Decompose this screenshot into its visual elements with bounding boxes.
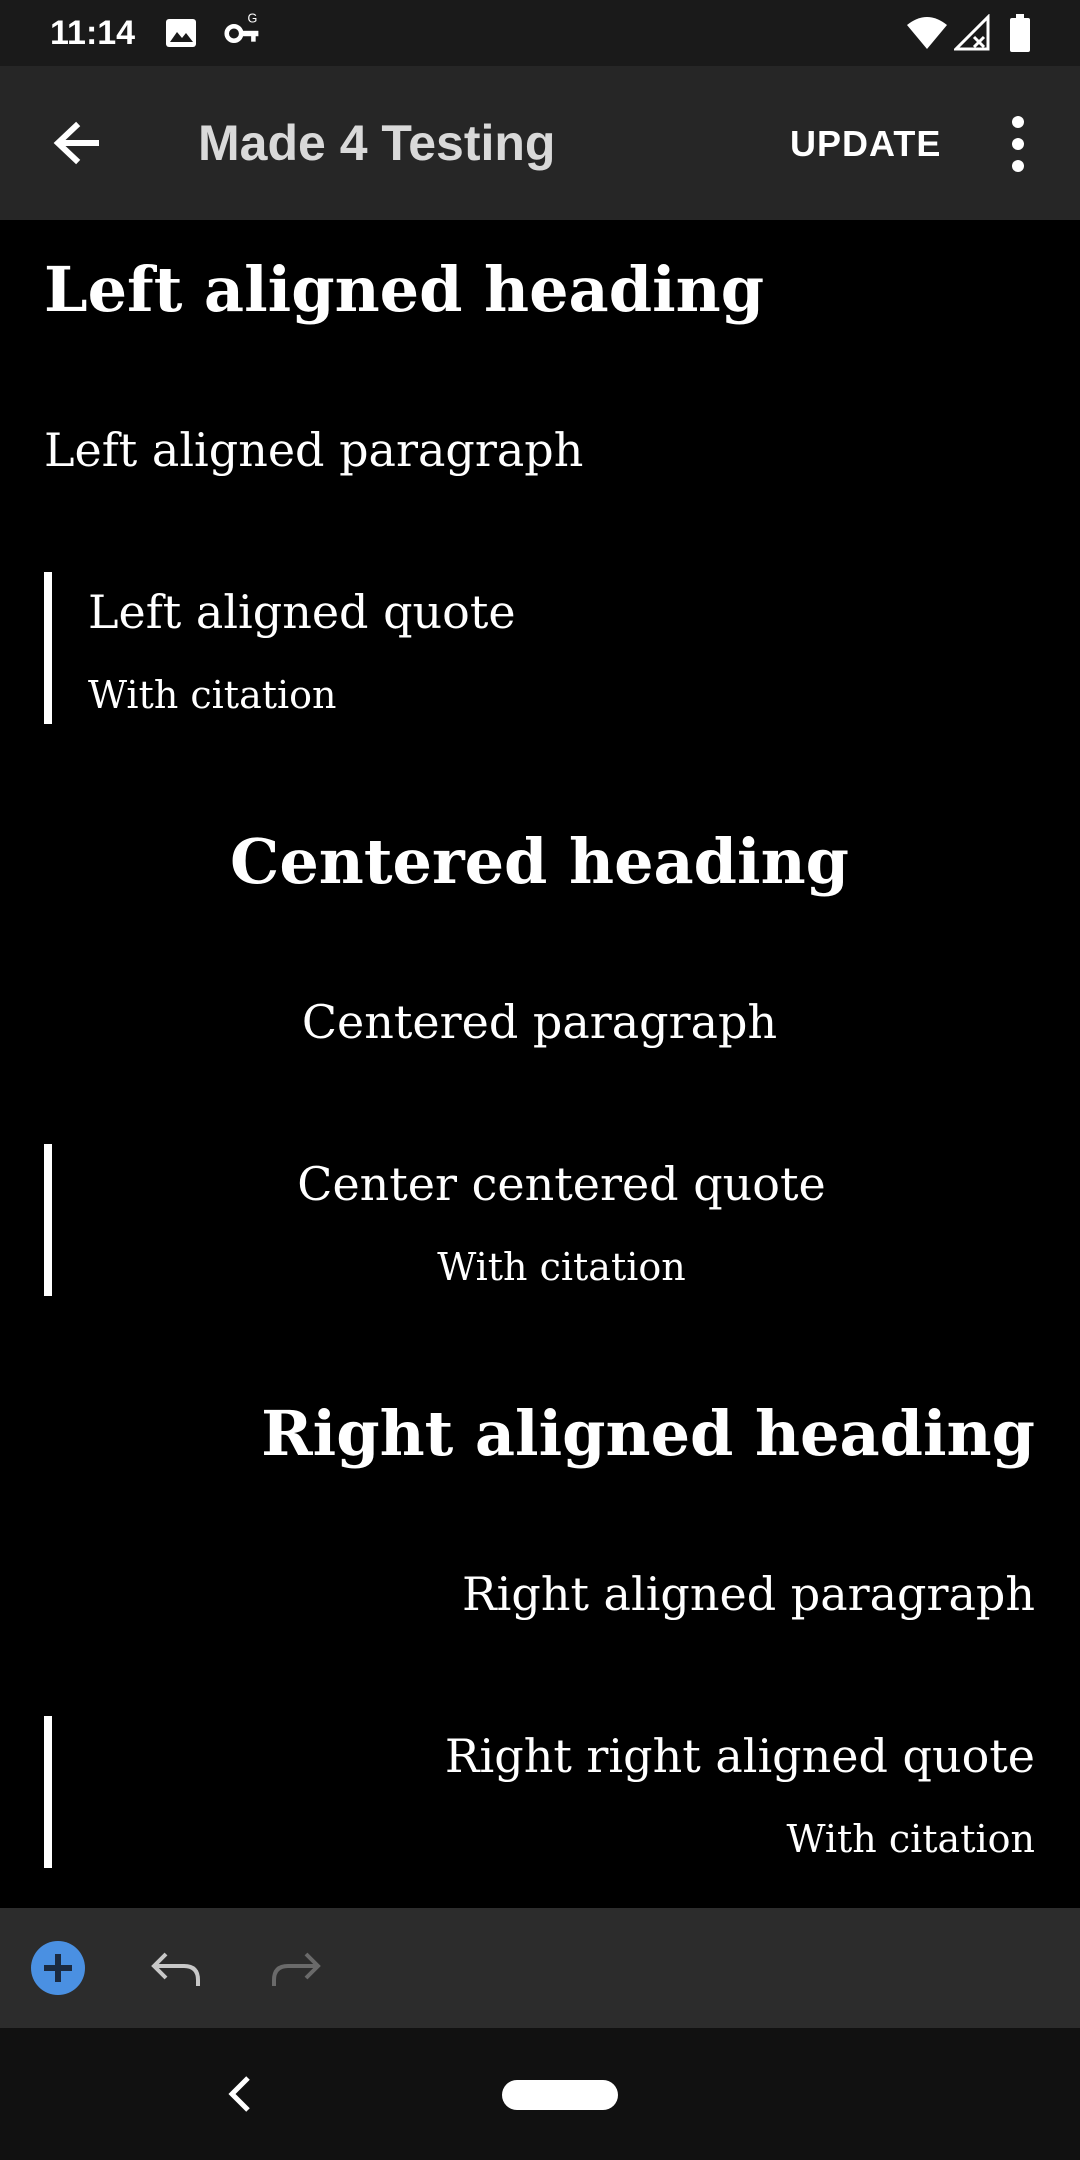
quote-text[interactable]: Center centered quote [88, 1154, 1035, 1214]
update-button[interactable]: UPDATE [774, 114, 957, 174]
quote-bar [44, 572, 52, 724]
wifi-icon [907, 17, 947, 49]
left-paragraph-block[interactable]: Left aligned paragraph [44, 420, 1035, 480]
vpn-key-icon: G [224, 12, 259, 44]
quote-citation[interactable]: With citation [88, 670, 1035, 720]
svg-text:G: G [248, 12, 258, 26]
app-bar: Made 4 Testing UPDATE [0, 66, 1080, 220]
left-heading-block[interactable]: Left aligned heading [44, 250, 1035, 330]
status-time: 11:14 [50, 14, 136, 52]
arrow-back-icon[interactable] [36, 102, 118, 184]
center-paragraph-block[interactable]: Centered paragraph [44, 992, 1035, 1052]
system-nav-bar [0, 2028, 1080, 2160]
nav-back-icon[interactable] [220, 2068, 260, 2120]
right-heading-block[interactable]: Right aligned heading [44, 1394, 1035, 1474]
add-circle-icon[interactable] [30, 1940, 86, 1996]
home-pill-icon[interactable] [502, 2080, 618, 2110]
page-title: Made 4 Testing [198, 115, 556, 171]
right-paragraph-block[interactable]: Right aligned paragraph [44, 1564, 1035, 1624]
left-quote-block[interactable]: Left aligned quote With citation [44, 572, 1035, 724]
quote-citation[interactable]: With citation [88, 1814, 1035, 1864]
editor-content: Left aligned heading Left aligned paragr… [0, 220, 1080, 1908]
center-quote-block[interactable]: Center centered quote With citation [44, 1144, 1035, 1296]
status-bar: 11:14 G [0, 0, 1080, 66]
more-vert-icon[interactable] [990, 112, 1046, 176]
quote-text[interactable]: Left aligned quote [88, 582, 1035, 642]
signal-off-icon [954, 14, 990, 51]
quote-text[interactable]: Right right aligned quote [88, 1726, 1035, 1786]
image-icon [166, 19, 196, 47]
quote-citation[interactable]: With citation [88, 1242, 1035, 1292]
editor-toolbar [0, 1908, 1080, 2028]
right-quote-block[interactable]: Right right aligned quote With citation [44, 1716, 1035, 1868]
redo-icon[interactable] [268, 1940, 324, 1996]
quote-bar [44, 1144, 52, 1296]
center-heading-block[interactable]: Centered heading [44, 822, 1035, 902]
quote-bar [44, 1716, 52, 1868]
battery-icon [1010, 14, 1030, 52]
undo-icon[interactable] [148, 1940, 204, 1996]
